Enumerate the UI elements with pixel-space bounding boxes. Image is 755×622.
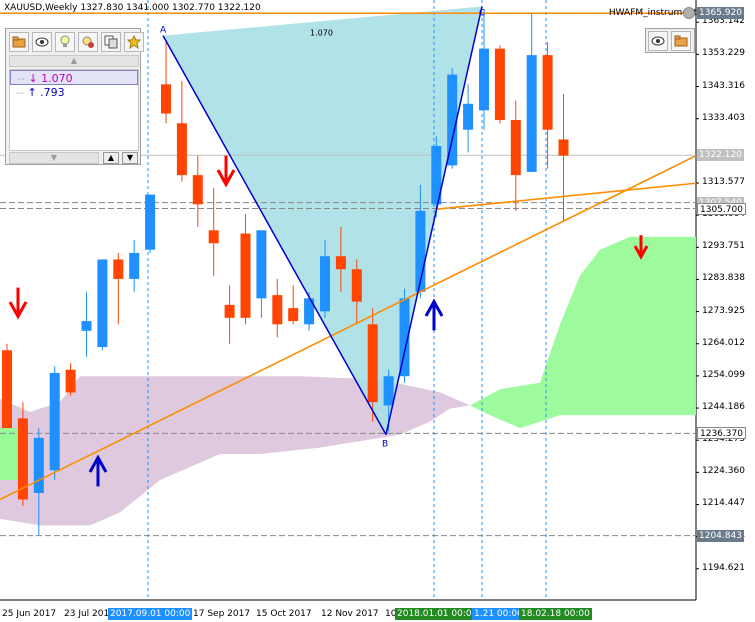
candle-body xyxy=(145,194,156,250)
price-level-tag: 1322.120 xyxy=(697,149,744,162)
price-tick-label: 1313.577 xyxy=(702,176,745,187)
candle-body xyxy=(367,324,378,403)
fibo-level-row[interactable]: -- ↓ 1.070 xyxy=(10,70,138,85)
pattern-ratio-label: 1.070 xyxy=(310,28,333,37)
fibo-level-value: 1.070 xyxy=(41,72,73,85)
candle-body xyxy=(526,55,537,172)
candle-body xyxy=(320,256,330,312)
time-marker-label: 18.02.18 00:00 xyxy=(519,608,592,620)
candle-body xyxy=(479,48,489,111)
symbol-name: XAUUSD,Weekly xyxy=(4,3,78,13)
candle-body xyxy=(208,230,219,244)
candle-body xyxy=(49,372,60,471)
copy-icon[interactable] xyxy=(101,32,121,52)
right-tool-panel xyxy=(645,28,695,53)
candle-body xyxy=(113,259,124,279)
candle-body xyxy=(288,308,299,322)
eye-icon[interactable] xyxy=(648,31,668,51)
price-tick-label: 1283.838 xyxy=(702,273,745,284)
time-marker-label: 2018.01.01 00:00 xyxy=(395,608,480,620)
star-icon[interactable] xyxy=(124,32,144,52)
price-level-tag: 1236.370 xyxy=(697,427,746,440)
fibo-level-value: .793 xyxy=(40,86,65,99)
fibo-level-row[interactable]: -- ↑ .793 xyxy=(10,85,138,100)
price-level-tag: 1365.920 xyxy=(697,7,744,20)
ohlc-values: 1327.830 1341.000 1302.770 1322.120 xyxy=(80,3,261,13)
price-tick-label: 1264.012 xyxy=(702,337,745,348)
candle-body xyxy=(351,269,362,302)
candle-body xyxy=(335,256,346,270)
candle-body xyxy=(272,295,283,325)
price-tick-label: 1333.403 xyxy=(702,112,745,123)
price-tick-label: 1244.186 xyxy=(702,402,745,413)
candle-body xyxy=(240,233,251,318)
fibo-levels-panel: ▲ -- ↓ 1.070 -- ↑ .793 ▼ ▲ ▼ xyxy=(5,28,144,165)
price-tick-label: 1194.621 xyxy=(702,562,745,573)
time-marker-label: 2017.09.01 00:00 xyxy=(108,608,193,620)
pattern-point-a: A xyxy=(160,26,167,36)
price-tick-label: 1224.360 xyxy=(702,466,745,477)
candle-body xyxy=(192,175,203,205)
scroll-down-arrow-icon[interactable]: ▼ xyxy=(122,152,138,164)
candle-body xyxy=(2,350,12,429)
symbol-title: XAUUSD,Weekly 1327.830 1341.000 1302.770… xyxy=(4,3,261,13)
arrow-down-icon: ↓ xyxy=(28,72,38,85)
arrow-up-icon: ↑ xyxy=(27,86,37,99)
price-tick-label: 1273.925 xyxy=(702,305,745,316)
candle-body xyxy=(256,230,267,299)
candle-body xyxy=(97,259,108,348)
candle-body xyxy=(129,252,140,279)
price-level-tag: 1204.843 xyxy=(697,529,744,542)
lightbulb-icon[interactable] xyxy=(55,32,75,52)
price-tick-label: 1343.316 xyxy=(702,80,745,91)
price-tick-label: 1293.751 xyxy=(702,241,745,252)
scroll-down-button[interactable]: ▼ xyxy=(9,152,99,164)
folder-icon[interactable] xyxy=(671,31,691,51)
time-marker-label: 1.21 00:00 xyxy=(472,608,525,620)
candle-body xyxy=(161,84,171,114)
price-level-tag: 1305.700 xyxy=(697,202,746,215)
date-label: 12 Nov 2017 xyxy=(321,609,379,619)
date-label: 17 Sep 2017 xyxy=(193,609,251,619)
candle-body xyxy=(542,55,553,130)
eye-icon[interactable] xyxy=(32,32,52,52)
chart-window[interactable]: A B C 1.070 XAUUSD,Weekly 1327.830 1341.000… xyxy=(0,0,755,622)
price-tick-label: 1353.229 xyxy=(702,48,745,59)
scroll-up-button[interactable]: ▲ xyxy=(9,55,139,67)
price-tick-label: 1214.447 xyxy=(702,498,745,509)
candle-body xyxy=(224,304,235,318)
candle-body xyxy=(65,369,76,393)
candle-body xyxy=(176,123,187,176)
bulb-settings-icon[interactable] xyxy=(78,32,98,52)
date-label: 25 Jun 2017 xyxy=(2,609,57,619)
candle-body xyxy=(510,120,521,176)
candle-body xyxy=(383,376,394,406)
pattern-point-b: B xyxy=(382,440,388,450)
open-folder-icon[interactable] xyxy=(9,32,29,52)
candle-body xyxy=(81,321,92,331)
candle-body xyxy=(558,139,569,156)
scroll-up-arrow-icon[interactable]: ▲ xyxy=(103,152,119,164)
candle-body xyxy=(463,103,474,130)
candle-body xyxy=(494,48,505,120)
pattern-point-c: C xyxy=(479,8,485,18)
price-tick-label: 1254.099 xyxy=(702,369,745,380)
candle-body xyxy=(33,437,44,493)
fibo-level-list: -- ↓ 1.070 -- ↑ .793 xyxy=(9,69,139,151)
date-label: 15 Oct 2017 xyxy=(256,609,312,619)
indicator-settings-icon[interactable] xyxy=(683,7,695,19)
